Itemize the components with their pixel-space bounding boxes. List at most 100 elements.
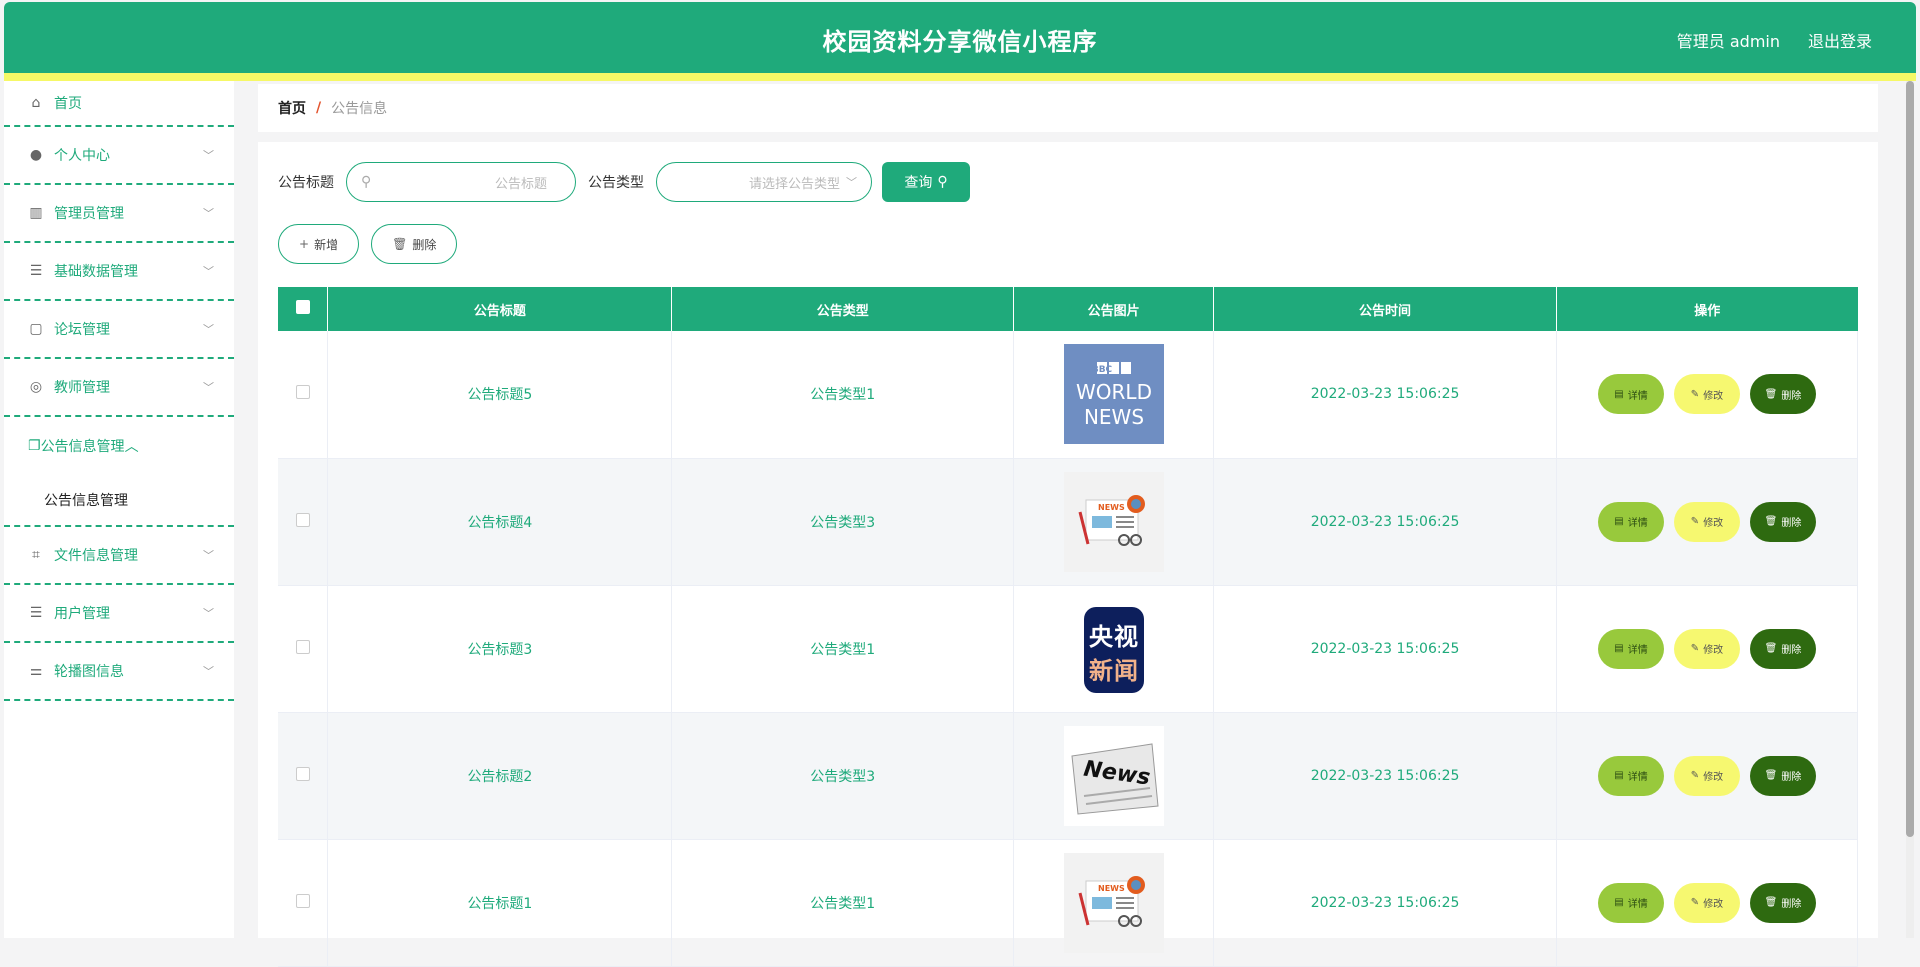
edit-button[interactable]: ✎ 修改 [1674, 374, 1740, 415]
row-select-cell [278, 331, 329, 459]
edit-button[interactable]: ✎ 修改 [1674, 501, 1740, 542]
edit-button[interactable]: ✎ 修改 [1674, 882, 1740, 923]
title-search-input[interactable]: ⚲ 公告标题 [346, 162, 576, 202]
delete-button[interactable]: 🗑 删除 [1750, 628, 1816, 669]
crop-icon: ⌗ [32, 547, 40, 563]
col-image: 公告图片 [1013, 287, 1215, 331]
sidebar-subitem-notice[interactable]: 公告信息管理 [4, 475, 234, 525]
sidebar-item-teacher[interactable]: ◎ 教师管理 ﹀ [4, 359, 234, 417]
sidebar-item-label: 首页 [54, 96, 82, 112]
chevron-up-icon: ︿ [124, 439, 139, 455]
trash-icon: 🗑 [1764, 516, 1778, 527]
breadcrumb-home[interactable]: 首页 [278, 98, 306, 118]
chevron-down-icon: ﹀ [203, 665, 214, 678]
edit-button[interactable]: ✎ 修改 [1674, 628, 1740, 669]
delete-label: 删除 [1781, 390, 1802, 402]
sidebar-item-profile[interactable]: ● 个人中心 ﹀ [4, 127, 234, 185]
type-filter-label: 公告类型 [588, 175, 644, 191]
row-select-cell [278, 712, 329, 840]
sidebar-item-label: 个人中心 [54, 148, 110, 164]
sidebar-item-label: 论坛管理 [54, 322, 110, 338]
sidebar-item-home[interactable]: ⌂ 首页 [4, 81, 234, 127]
row-select-cell [278, 839, 329, 967]
select-all-checkbox[interactable] [295, 300, 310, 314]
cell-ops: ▤ 详情 ✎ 修改 🗑 删除 [1556, 331, 1858, 459]
app-title: 校园资料分享微信小程序 [822, 28, 1098, 56]
detail-button[interactable]: ▤ 详情 [1598, 628, 1664, 669]
add-button[interactable]: + 新增 [278, 224, 360, 264]
cell-time: 2022-03-23 15:06:25 [1213, 712, 1557, 840]
list-icon: ☰ [29, 605, 43, 621]
pencil-icon: ✎ [1690, 516, 1700, 527]
detail-button[interactable]: ▤ 详情 [1598, 374, 1664, 415]
detail-button[interactable]: ▤ 详情 [1598, 882, 1664, 923]
cell-ops: ▤ 详情 ✎ 修改 🗑 删除 [1556, 839, 1858, 967]
logout-link[interactable]: 退出登录 [1808, 28, 1872, 52]
detail-button[interactable]: ▤ 详情 [1598, 755, 1664, 796]
type-select[interactable]: 请选择公告类型 ﹀ [656, 162, 872, 202]
notice-image-bbc[interactable]: BBC WORLD NEWS [1063, 344, 1164, 445]
detail-label: 详情 [1627, 899, 1648, 910]
page-scrollbar[interactable] [1906, 81, 1914, 938]
row-checkbox[interactable] [295, 639, 310, 654]
trash-icon: 🗑 [392, 237, 408, 251]
cell-title: 公告标题3 [327, 585, 673, 713]
cell-image: BBC WORLD NEWS [1013, 331, 1215, 459]
table-row: 公告标题5 公告类型1 BBC WORLD NEWS 2022-03-23 15… [278, 331, 1858, 459]
header-accent-line [4, 73, 1916, 81]
sidebar-item-label: 管理员管理 [54, 206, 124, 222]
cell-ops: ▤ 详情 ✎ 修改 🗑 删除 [1556, 712, 1858, 840]
trash-icon: 🗑 [1764, 897, 1778, 908]
sidebar-item-carousel[interactable]: ⚌ 轮播图信息 ﹀ [4, 643, 234, 701]
breadcrumb: 首页 / 公告信息 [258, 84, 1878, 132]
detail-button[interactable]: ▤ 详情 [1598, 501, 1664, 542]
notice-image-newspaper[interactable]: NEWS [1063, 471, 1164, 572]
notice-image-news[interactable]: News [1063, 725, 1164, 826]
delete-button[interactable]: 🗑 删除 [1750, 882, 1816, 923]
sidebar-item-basedata[interactable]: ☰ 基础数据管理 ﹀ [4, 243, 234, 301]
cell-title: 公告标题4 [327, 458, 673, 586]
sidebar-item-users[interactable]: ☰ 用户管理 ﹀ [4, 585, 234, 643]
doc-icon: ▤ [1614, 897, 1624, 908]
sidebar-item-files[interactable]: ⌗ 文件信息管理 ﹀ [4, 527, 234, 585]
row-checkbox[interactable] [295, 893, 310, 908]
delete-button[interactable]: 🗑 删除 [1750, 755, 1816, 796]
table-row: 公告标题1 公告类型1 NEWS 2022-03-23 15:06:25 ▤ 详… [278, 839, 1858, 967]
svg-text:央视: 央视 [1089, 623, 1139, 651]
delete-button[interactable]: 🗑 删除 [1750, 501, 1816, 542]
copy-icon: ❐ [28, 438, 41, 454]
type-select-placeholder: 请选择公告类型 [748, 176, 840, 192]
edit-button[interactable]: ✎ 修改 [1674, 755, 1740, 796]
row-checkbox[interactable] [295, 385, 310, 400]
query-button[interactable]: 查询 ⚲ [882, 162, 970, 202]
pencil-icon: ✎ [1690, 897, 1700, 908]
notice-image-cctv[interactable]: 央视 新闻 [1064, 599, 1164, 699]
row-checkbox[interactable] [295, 512, 310, 527]
sidebar-item-label: 文件信息管理 [54, 548, 138, 564]
chevron-down-icon: ﹀ [203, 323, 214, 336]
scrollbar-thumb[interactable] [1906, 81, 1914, 837]
chevron-down-icon: ﹀ [203, 265, 214, 278]
title-filter-label: 公告标题 [278, 175, 334, 191]
user-icon: ● [29, 147, 43, 163]
sidebar-group-notice: ❐ 公告信息管理 ︿ 公告信息管理 [4, 417, 234, 527]
header-user: 管理员 admin [1676, 32, 1780, 51]
ring-icon: ◎ [29, 379, 43, 395]
row-checkbox[interactable] [295, 766, 310, 781]
trash-icon: 🗑 [1764, 643, 1778, 654]
notice-table: 公告标题 公告类型 公告图片 公告时间 操作 公告标题5 公告类型1 BBC W… [278, 287, 1858, 967]
sidebar-item-admin[interactable]: ▥ 管理员管理 ﹀ [4, 185, 234, 243]
sidebar-item-notice[interactable]: ❐ 公告信息管理 ︿ [4, 417, 234, 475]
cell-time: 2022-03-23 15:06:25 [1213, 458, 1557, 586]
title-search-placeholder: 公告标题 [494, 176, 547, 192]
detail-label: 详情 [1627, 645, 1648, 656]
trash-icon: 🗑 [1764, 770, 1778, 781]
row-select-cell [278, 585, 329, 713]
sidebar-item-label: 基础数据管理 [54, 264, 138, 280]
sidebar-item-forum[interactable]: ▢ 论坛管理 ﹀ [4, 301, 234, 359]
delete-button[interactable]: 🗑 删除 [1750, 374, 1816, 415]
row-select-cell [278, 458, 329, 586]
batch-delete-button[interactable]: 🗑 删除 [371, 224, 458, 264]
delete-label: 删除 [1781, 645, 1802, 656]
pencil-icon: ✎ [1690, 388, 1700, 400]
